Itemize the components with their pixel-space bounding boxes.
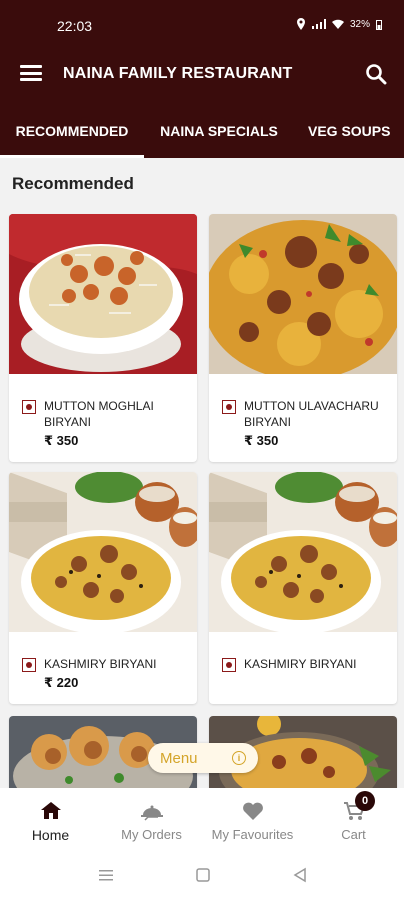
- menu-item-card[interactable]: KASHMIRY BIRYANI ₹ 220: [9, 472, 197, 704]
- item-price: ₹ 350: [44, 433, 79, 448]
- system-navigation-bar: [0, 850, 404, 900]
- signal-icon: [311, 19, 326, 29]
- item-price: ₹ 220: [44, 675, 79, 690]
- wifi-icon: [331, 19, 344, 29]
- item-image: [209, 472, 397, 632]
- back-icon[interactable]: [292, 867, 308, 883]
- recent-apps-icon[interactable]: [98, 867, 114, 883]
- app-bar: NAINA FAMILY RESTAURANT: [0, 44, 404, 104]
- status-icons: 32%: [296, 18, 382, 30]
- item-info: MUTTON MOGHLAI BIRYANI ₹ 350: [9, 374, 197, 459]
- battery-icon: [376, 19, 382, 30]
- menu-button-label: Menu: [160, 749, 198, 767]
- search-icon[interactable]: [364, 62, 388, 86]
- nav-home[interactable]: Home: [0, 788, 101, 850]
- item-price: ₹ 350: [244, 433, 279, 448]
- app-title: NAINA FAMILY RESTAURANT: [63, 65, 293, 82]
- item-name: KASHMIRY BIRYANI: [44, 657, 157, 671]
- nav-my-orders[interactable]: My Orders: [101, 788, 202, 850]
- nav-home-label: Home: [31, 827, 70, 843]
- heart-icon: [242, 802, 263, 820]
- info-icon: i: [232, 751, 246, 765]
- item-name: KASHMIRY BIRYANI: [244, 657, 357, 671]
- item-name: MUTTON ULAVACHARU BIRYANI: [244, 399, 379, 429]
- menu-icon[interactable]: [20, 65, 42, 81]
- item-info: MUTTON ULAVACHARU BIRYANI ₹ 350: [209, 374, 397, 459]
- item-image: [9, 472, 197, 632]
- status-time: 22:03: [57, 18, 93, 34]
- category-tabs: RECOMMENDED NAINA SPECIALS VEG SOUPS: [0, 104, 404, 158]
- item-info: KASHMIRY BIRYANI ₹ 220: [9, 632, 197, 701]
- nav-my-favourites[interactable]: My Favourites: [202, 788, 303, 850]
- section-title: Recommended: [12, 174, 134, 193]
- item-info: KASHMIRY BIRYANI: [209, 632, 397, 685]
- tab-naina-specials[interactable]: NAINA SPECIALS: [144, 104, 294, 158]
- menu-item-card[interactable]: KASHMIRY BIRYANI: [209, 472, 397, 704]
- tab-recommended[interactable]: RECOMMENDED: [0, 104, 144, 158]
- nav-cart-label: Cart: [341, 827, 366, 842]
- menu-item-card[interactable]: MUTTON ULAVACHARU BIRYANI ₹ 350: [209, 214, 397, 462]
- food-type-icon: [222, 658, 236, 672]
- menu-item-card[interactable]: MUTTON MOGHLAI BIRYANI ₹ 350: [9, 214, 197, 462]
- food-type-icon: [22, 658, 36, 672]
- status-bar: 22:03 32%: [0, 0, 404, 44]
- orders-icon: [140, 805, 163, 821]
- nav-my-favourites-label: My Favourites: [211, 827, 294, 842]
- bottom-navigation: Home My Orders My Favourites 0 Cart: [0, 788, 404, 850]
- nav-my-orders-label: My Orders: [121, 827, 182, 842]
- home-icon: [40, 802, 61, 819]
- location-icon: [296, 18, 305, 30]
- cart-count-badge: 0: [355, 791, 375, 811]
- tab-veg-soups[interactable]: VEG SOUPS: [294, 104, 404, 158]
- home-system-icon[interactable]: [195, 867, 211, 883]
- menu-button[interactable]: Menu i: [148, 743, 258, 773]
- food-type-icon: [22, 400, 36, 414]
- battery-level: 32%: [349, 18, 370, 30]
- item-image: [9, 214, 197, 374]
- item-image: [209, 214, 397, 374]
- food-type-icon: [222, 400, 236, 414]
- nav-cart[interactable]: 0 Cart: [303, 788, 404, 850]
- item-name: MUTTON MOGHLAI BIRYANI: [44, 399, 154, 429]
